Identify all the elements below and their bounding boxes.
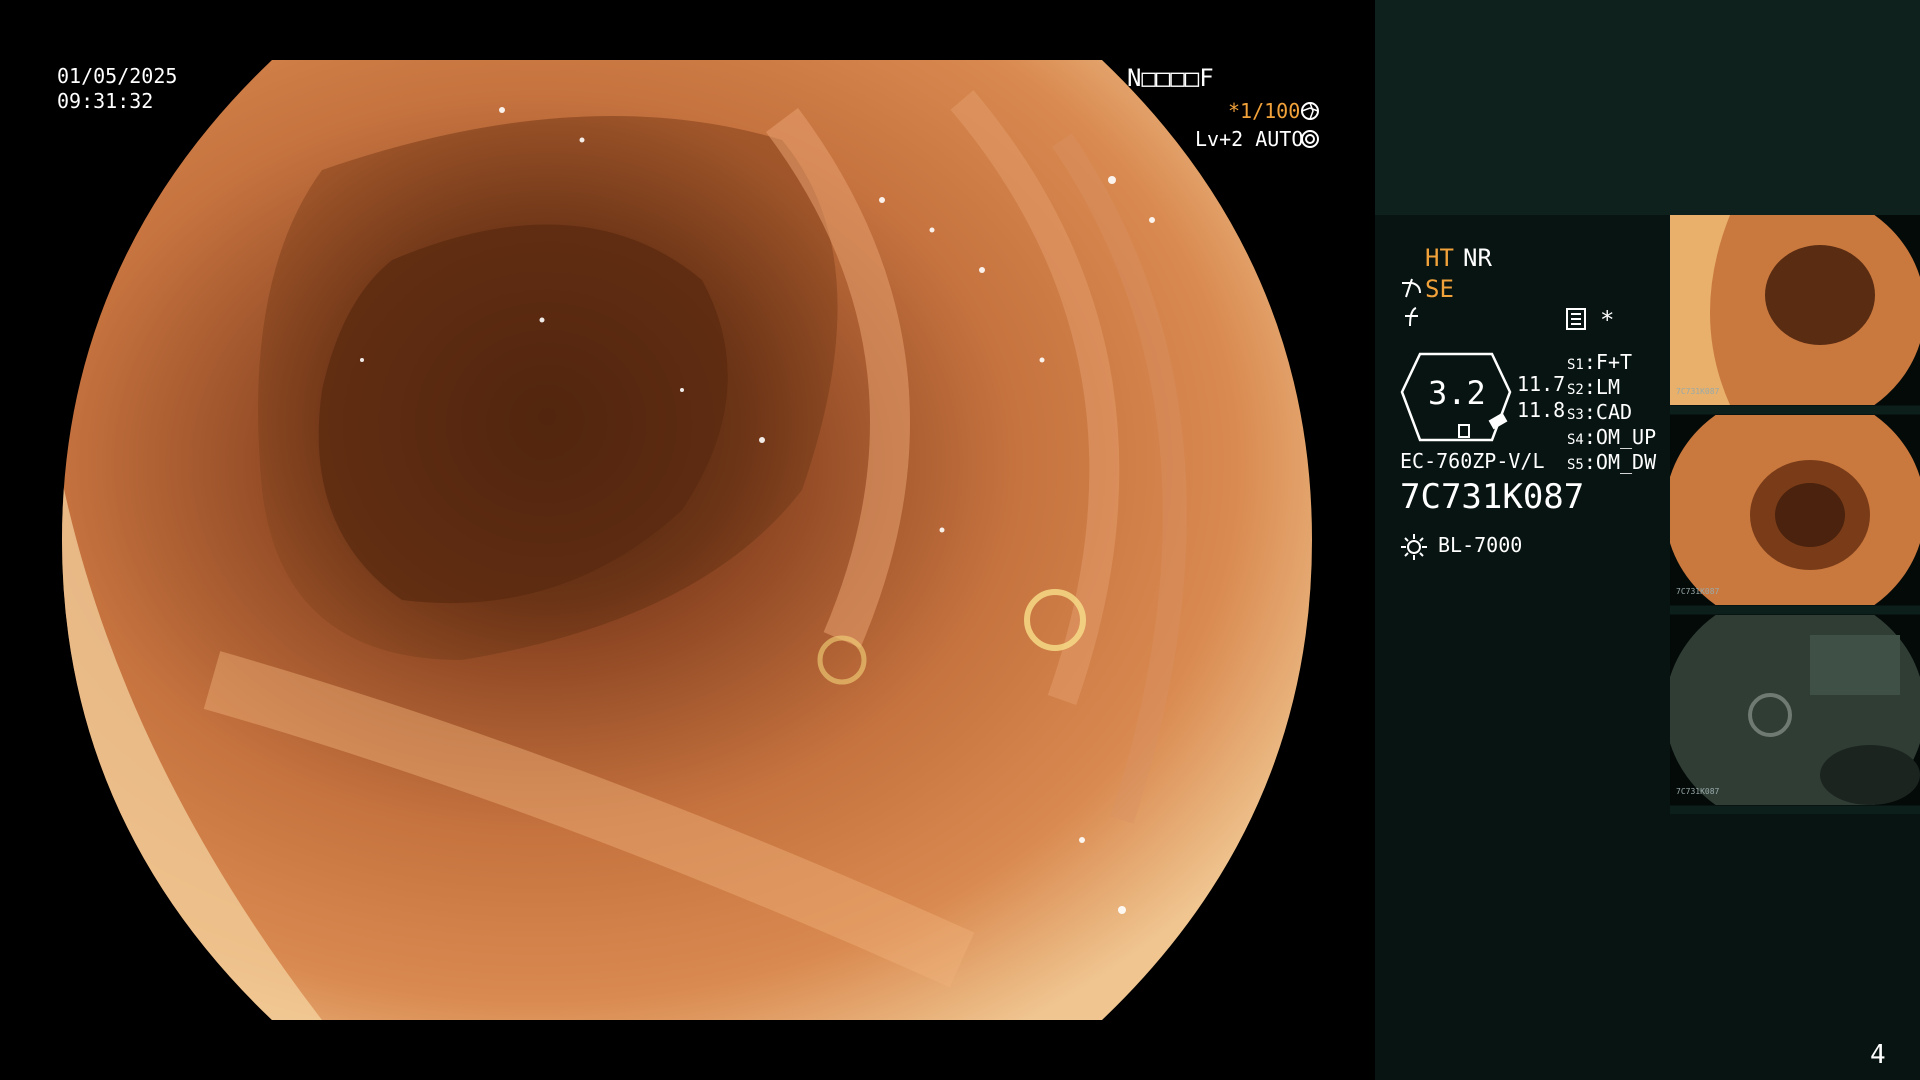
thumbnail-divider: [1670, 406, 1920, 414]
endoscopic-image: [62, 60, 1312, 1020]
shutter-speed: *1/100: [1228, 99, 1301, 123]
asterisk-indicator: *: [1600, 306, 1615, 334]
switch-item: S2:LM: [1567, 375, 1620, 399]
thumbnail-label: 7C731K087: [1676, 587, 1720, 596]
value-top: 11.7: [1517, 372, 1566, 396]
zoom-value: 3.2: [1428, 374, 1486, 412]
switch-item: S5:OM_DW: [1567, 450, 1657, 474]
patient-id: N□□□□F: [1127, 64, 1214, 92]
settings-icon: [1566, 308, 1586, 334]
level-auto: Lv+2 AUTO: [1195, 127, 1304, 151]
scope-serial: 7C731K087: [1400, 477, 1585, 517]
page-number: 4: [1870, 1040, 1886, 1070]
ht-indicator: HT: [1425, 244, 1454, 272]
se-indicator: SE: [1425, 275, 1454, 303]
thumbnail-divider: [1670, 806, 1920, 814]
endoscope-video-area: 01/05/2025 09:31:32 N□□□□F *1/100 Lv+2 A…: [0, 0, 1375, 1080]
value-bottom: 11.8: [1517, 398, 1566, 422]
switch-item: S4:OM_UP: [1567, 425, 1657, 449]
nr-indicator: NR: [1463, 244, 1492, 272]
scope-model: EC-760ZP-V/L: [1400, 449, 1545, 473]
filter-icon: [1402, 306, 1422, 332]
thumbnail-3[interactable]: 7C731K087: [1670, 615, 1920, 805]
time-display: 09:31:32: [57, 89, 154, 113]
switch-item: S1:F+T: [1567, 350, 1633, 374]
thumbnail-2[interactable]: 7C731K087: [1670, 415, 1920, 605]
thumbnail-label: 7C731K087: [1676, 787, 1720, 796]
auto-iris-icon: [1300, 129, 1320, 153]
panel-header-area: [1375, 0, 1920, 215]
light-source: BL-7000: [1438, 533, 1523, 557]
thumbnail-1[interactable]: 7C731K087: [1670, 215, 1920, 405]
aperture-icon: [1300, 101, 1320, 125]
date-display: 01/05/2025: [57, 64, 178, 88]
thumbnail-divider: [1670, 606, 1920, 614]
zoom-gauge: 3.2: [1400, 352, 1512, 442]
switch-item: S3:CAD: [1567, 400, 1633, 424]
structure-enhance-icon: [1400, 277, 1424, 303]
sun-icon: [1400, 533, 1428, 565]
thumbnail-label: 7C731K087: [1676, 387, 1720, 396]
